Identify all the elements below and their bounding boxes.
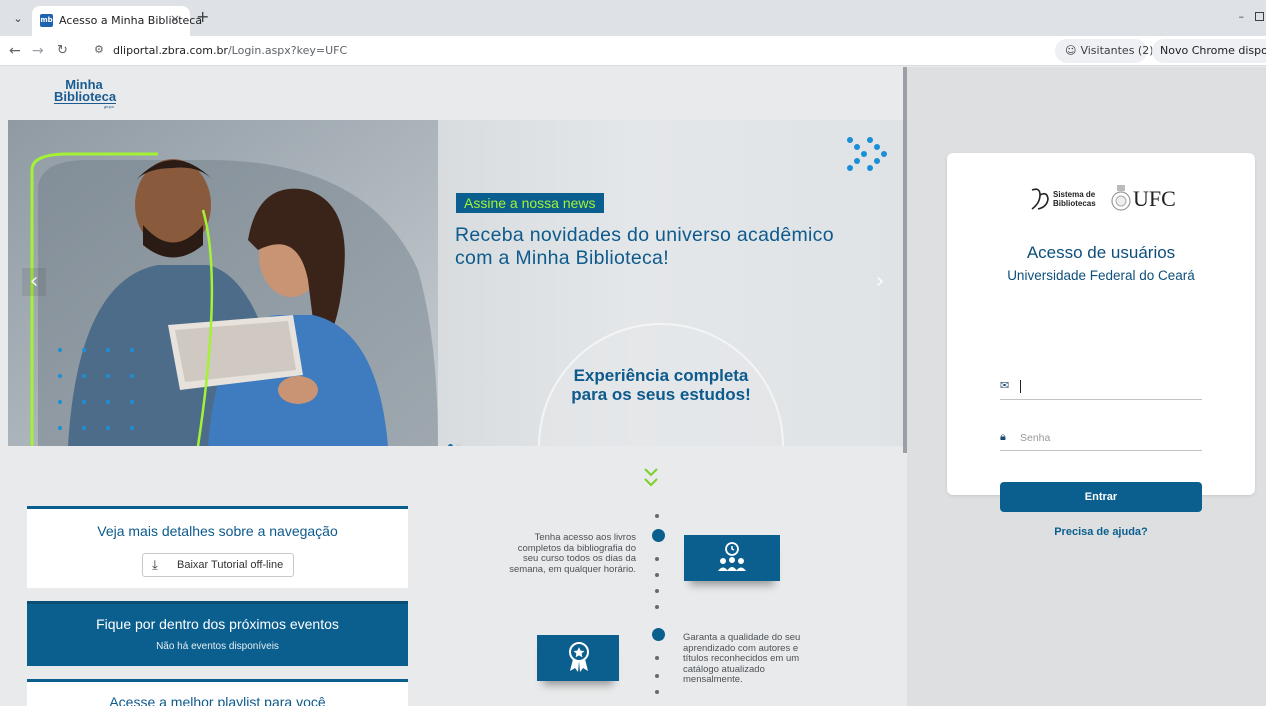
email-input[interactable] bbox=[1020, 378, 1200, 396]
download-tutorial-label: Baixar Tutorial off-line bbox=[177, 559, 284, 571]
download-tutorial-button[interactable]: ⤓ Baixar Tutorial off-line bbox=[142, 553, 294, 577]
left-content: Minha Biblioteca grupo ‹ › Assine a noss… bbox=[0, 67, 905, 706]
browser-tab-active[interactable]: mb Acesso a Minha Biblioteca × bbox=[32, 6, 202, 36]
scroll-down-chevron-icon[interactable] bbox=[643, 467, 659, 489]
banner-photo-image bbox=[8, 120, 438, 446]
maximize-window-button[interactable] bbox=[1255, 12, 1264, 21]
tab-title: Acesso a Minha Biblioteca bbox=[59, 14, 203, 27]
logo-small: grupo bbox=[103, 104, 114, 109]
carousel-prev-arrow-icon[interactable]: ‹ bbox=[22, 268, 46, 296]
minha-biblioteca-logo[interactable]: Minha Biblioteca grupo bbox=[54, 78, 117, 109]
ufc-library-logo: Sistema de Bibliotecas UFC bbox=[1029, 183, 1179, 215]
email-field[interactable]: ✉ bbox=[1000, 376, 1202, 400]
reload-icon[interactable]: ↻ bbox=[57, 42, 68, 60]
award-badge-icon bbox=[569, 642, 589, 672]
timeline-dot bbox=[655, 605, 659, 609]
feature-quality-box bbox=[537, 635, 619, 681]
timeline-dot bbox=[655, 690, 659, 694]
experience-text: Experiência completa para os seus estudo… bbox=[571, 366, 751, 404]
url-path: /Login.aspx?key=UFC bbox=[227, 44, 348, 57]
feature-quality-text: Garanta a qualidade do seu aprendizado c… bbox=[683, 632, 801, 685]
events-card-title: Fique por dentro dos próximos eventos bbox=[96, 616, 339, 632]
carousel-next-arrow-icon[interactable]: › bbox=[868, 268, 892, 296]
playlist-card[interactable]: Acesse a melhor playlist para você bbox=[27, 679, 408, 706]
events-card: Fique por dentro dos próximos eventos Nã… bbox=[27, 601, 408, 666]
page: Minha Biblioteca grupo ‹ › Assine a noss… bbox=[0, 67, 1266, 706]
tab-list-button[interactable]: ⌄ bbox=[8, 9, 28, 29]
url-host: dliportal.zbra.com.br bbox=[113, 44, 228, 57]
site-favicon-icon: mb bbox=[40, 14, 53, 27]
timeline-dot bbox=[655, 514, 659, 518]
banner-headline: Receba novidades do universo acadêmico c… bbox=[455, 224, 834, 269]
login-submit-button[interactable]: Entrar bbox=[1000, 482, 1202, 512]
login-title: Acesso de usuários bbox=[1026, 243, 1176, 262]
timeline-dot bbox=[655, 573, 659, 577]
back-arrow-icon[interactable]: ← bbox=[9, 42, 21, 60]
timeline-dot bbox=[655, 674, 659, 678]
sistema-bibliotecas-text: Sistema de Bibliotecas bbox=[1053, 190, 1096, 208]
double-chevron-icon bbox=[847, 137, 887, 171]
logo-line2: Biblioteca bbox=[54, 89, 117, 104]
address-bar[interactable]: ⚙ dliportal.zbra.com.br/Login.aspx?key=U… bbox=[86, 39, 1048, 63]
timeline-dot bbox=[655, 557, 659, 561]
minimize-window-button[interactable]: – bbox=[1239, 10, 1245, 23]
timeline-dot bbox=[655, 589, 659, 593]
login-card: Sistema de Bibliotecas UFC Acesso de usu… bbox=[947, 153, 1255, 538]
carousel-indicators bbox=[448, 434, 464, 446]
new-tab-button[interactable]: + bbox=[196, 8, 209, 26]
clock-people-icon bbox=[718, 542, 746, 571]
profile-visitors-button[interactable]: ☺ Visitantes (2) bbox=[1055, 39, 1154, 63]
site-settings-icon[interactable]: ⚙ bbox=[94, 43, 104, 56]
ufc-crest-icon bbox=[1111, 185, 1131, 211]
forward-arrow-icon[interactable]: → bbox=[32, 42, 44, 60]
chrome-update-button[interactable]: Novo Chrome disponível bbox=[1152, 39, 1266, 63]
newsletter-badge: Assine a nossa news bbox=[456, 193, 604, 213]
url-text: dliportal.zbra.com.br/Login.aspx?key=UFC bbox=[113, 44, 347, 57]
feature-access-box bbox=[684, 535, 780, 581]
lock-icon: 🔒︎ bbox=[1000, 430, 1006, 443]
events-empty-text: Não há eventos disponíveis bbox=[156, 641, 279, 652]
password-field[interactable]: 🔒︎ bbox=[1000, 427, 1202, 451]
ufc-text: UFC bbox=[1133, 186, 1176, 211]
text-caret bbox=[1020, 380, 1021, 393]
password-input[interactable] bbox=[1020, 429, 1200, 447]
profile-icon: ☺ bbox=[1065, 44, 1077, 57]
browser-tabbar: ⌄ mb Acesso a Minha Biblioteca × + – bbox=[0, 0, 1266, 36]
playlist-card-title: Acesse a melhor playlist para você bbox=[109, 694, 326, 706]
sistema-bibliotecas-icon bbox=[1031, 188, 1049, 210]
navigation-card-title: Veja mais detalhes sobre a navegação bbox=[97, 523, 338, 539]
download-icon: ⤓ bbox=[152, 557, 158, 572]
login-subtitle: Universidade Federal do Ceará bbox=[1007, 268, 1195, 283]
timeline-dot bbox=[655, 656, 659, 660]
visitors-label: Visitantes (2) bbox=[1080, 44, 1154, 57]
timeline-node bbox=[652, 529, 665, 542]
feature-access-text: Tenha acesso aos livros completos da bib… bbox=[509, 532, 636, 575]
timeline-node bbox=[652, 628, 665, 641]
carousel-dot-1[interactable] bbox=[448, 444, 453, 446]
envelope-icon: ✉ bbox=[1000, 379, 1010, 392]
carousel-dot-2[interactable] bbox=[456, 444, 461, 446]
browser-toolbar: ← → ↻ ⚙ dliportal.zbra.com.br/Login.aspx… bbox=[0, 36, 1266, 66]
tab-close-icon[interactable]: × bbox=[170, 12, 180, 26]
navigation-card: Veja mais detalhes sobre a navegação ⤓ B… bbox=[27, 506, 408, 588]
help-link[interactable]: Precisa de ajuda? bbox=[947, 526, 1255, 538]
banner-carousel[interactable]: ‹ › Assine a nossa news Receba novidades… bbox=[8, 120, 903, 446]
